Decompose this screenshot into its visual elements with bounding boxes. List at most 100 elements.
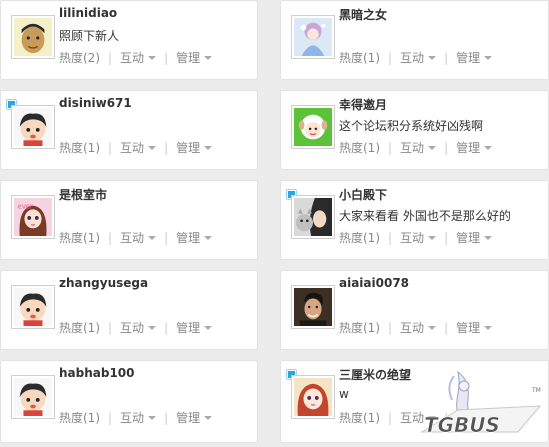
manage-menu[interactable]: 管理 xyxy=(176,139,213,156)
doll-girl-avatar-icon: ever xyxy=(14,198,52,236)
interact-menu[interactable]: 互动 xyxy=(400,49,437,66)
user-status: 这个论坛积分系统好凶残啊 xyxy=(339,119,484,133)
divider: | xyxy=(388,321,393,335)
interact-menu[interactable]: 互动 xyxy=(120,49,157,66)
manage-label: 管理 xyxy=(176,51,201,65)
user-name[interactable]: 是根室市 xyxy=(59,186,107,203)
interact-label: 互动 xyxy=(400,141,425,155)
interact-label: 互动 xyxy=(400,321,425,335)
divider: | xyxy=(164,411,169,425)
heat-link[interactable]: 热度(1) xyxy=(59,319,100,336)
divider: | xyxy=(108,231,113,245)
user-actions: 热度(1) | 互动 | 管理 xyxy=(339,49,493,66)
heat-link[interactable]: 热度(2) xyxy=(59,49,100,66)
interact-menu[interactable]: 互动 xyxy=(400,139,437,156)
user-card: 幸得邀月 这个论坛积分系统好凶残啊 热度(1) | 互动 | 管理 xyxy=(280,90,549,170)
anime-girl-avatar-icon xyxy=(294,18,332,56)
default-cartoon-avatar-icon xyxy=(14,108,52,146)
caret-down-icon xyxy=(484,235,493,240)
heat-link[interactable]: 热度(1) xyxy=(59,409,100,426)
user-actions: 热度(1) | 互动 | 管理 xyxy=(59,229,213,246)
interact-menu[interactable]: 互动 xyxy=(120,409,157,426)
caret-down-icon xyxy=(148,235,157,240)
avatar[interactable] xyxy=(291,195,335,239)
user-actions: 热度(1) | 互动 | 管理 xyxy=(59,319,213,336)
user-status: w xyxy=(339,387,349,401)
caret-down-icon xyxy=(148,325,157,330)
avatar[interactable] xyxy=(291,15,335,59)
avatar[interactable]: ever xyxy=(11,195,55,239)
avatar[interactable] xyxy=(11,15,55,59)
interact-menu[interactable]: 互动 xyxy=(400,229,437,246)
user-name[interactable]: 三厘米の绝望 xyxy=(339,366,411,383)
user-name[interactable]: habhab100 xyxy=(59,366,135,380)
avatar-wrap xyxy=(283,97,339,153)
user-name[interactable]: 黑暗之女 xyxy=(339,6,387,23)
manage-menu[interactable]: 管理 xyxy=(176,49,213,66)
heat-link[interactable]: 热度(1) xyxy=(339,409,380,426)
svg-text:TM: TM xyxy=(531,387,541,394)
interact-menu[interactable]: 互动 xyxy=(120,229,157,246)
interact-menu[interactable]: 互动 xyxy=(120,319,157,336)
user-card: 小白殿下 大家来看看 外国也不是那么好的 热度(1) | 互动 | 管理 xyxy=(280,180,549,260)
user-card: lilinidiao 照顾下新人 热度(2) | 互动 | 管理 xyxy=(0,0,258,80)
divider: | xyxy=(444,51,449,65)
svg-text:TGBUS: TGBUS xyxy=(424,413,500,437)
interact-menu[interactable]: 互动 xyxy=(120,139,157,156)
interact-label: 互动 xyxy=(120,141,145,155)
manage-menu[interactable]: 管理 xyxy=(456,139,493,156)
heat-link[interactable]: 热度(1) xyxy=(339,139,380,156)
user-actions: 热度(2) | 互动 | 管理 xyxy=(59,49,213,66)
user-name[interactable]: lilinidiao xyxy=(59,6,117,20)
user-name[interactable]: disiniw671 xyxy=(59,96,132,110)
caret-down-icon xyxy=(204,145,213,150)
heat-link[interactable]: 热度(1) xyxy=(339,49,380,66)
user-name[interactable]: zhangyusega xyxy=(59,276,148,290)
caret-down-icon xyxy=(484,55,493,60)
divider: | xyxy=(388,51,393,65)
heat-link[interactable]: 热度(1) xyxy=(339,319,380,336)
caret-down-icon xyxy=(428,55,437,60)
manage-menu[interactable]: 管理 xyxy=(456,229,493,246)
heat-link[interactable]: 热度(1) xyxy=(339,229,380,246)
user-name[interactable]: aiaiai0078 xyxy=(339,276,409,290)
user-name[interactable]: 小白殿下 xyxy=(339,186,387,203)
user-name[interactable]: 幸得邀月 xyxy=(339,96,387,113)
default-cartoon-avatar-icon xyxy=(14,288,52,326)
avatar[interactable] xyxy=(11,285,55,329)
divider: | xyxy=(388,411,393,425)
manage-menu[interactable]: 管理 xyxy=(176,229,213,246)
divider: | xyxy=(164,231,169,245)
manage-menu[interactable]: 管理 xyxy=(456,49,493,66)
avatar[interactable] xyxy=(11,105,55,149)
caret-down-icon xyxy=(148,55,157,60)
site-watermark-logo: TGBUS TM xyxy=(418,370,549,443)
user-card: disiniw671 热度(1) | 互动 | 管理 xyxy=(0,90,258,170)
interact-menu[interactable]: 互动 xyxy=(400,319,437,336)
divider: | xyxy=(444,321,449,335)
divider: | xyxy=(164,51,169,65)
interact-label: 互动 xyxy=(120,411,145,425)
avatar[interactable] xyxy=(11,375,55,419)
divider: | xyxy=(444,231,449,245)
avatar[interactable] xyxy=(291,285,335,329)
user-actions: 热度(1) | 互动 | 管理 xyxy=(59,409,213,426)
avatar-wrap: ever xyxy=(3,187,59,243)
manage-label: 管理 xyxy=(456,321,481,335)
user-status: 照顾下新人 xyxy=(59,29,120,43)
interact-label: 互动 xyxy=(120,51,145,65)
manage-label: 管理 xyxy=(176,231,201,245)
manage-menu[interactable]: 管理 xyxy=(176,409,213,426)
manage-label: 管理 xyxy=(456,141,481,155)
avatar[interactable] xyxy=(291,105,335,149)
heat-link[interactable]: 热度(1) xyxy=(59,139,100,156)
user-card: aiaiai0078 热度(1) | 互动 | 管理 xyxy=(280,270,549,350)
manage-menu[interactable]: 管理 xyxy=(176,319,213,336)
divider: | xyxy=(164,141,169,155)
manage-menu[interactable]: 管理 xyxy=(456,319,493,336)
sheep-avatar-icon xyxy=(294,108,332,146)
interact-label: 互动 xyxy=(120,321,145,335)
heat-link[interactable]: 热度(1) xyxy=(59,229,100,246)
avatar-wrap xyxy=(3,7,59,63)
avatar[interactable] xyxy=(291,375,335,419)
